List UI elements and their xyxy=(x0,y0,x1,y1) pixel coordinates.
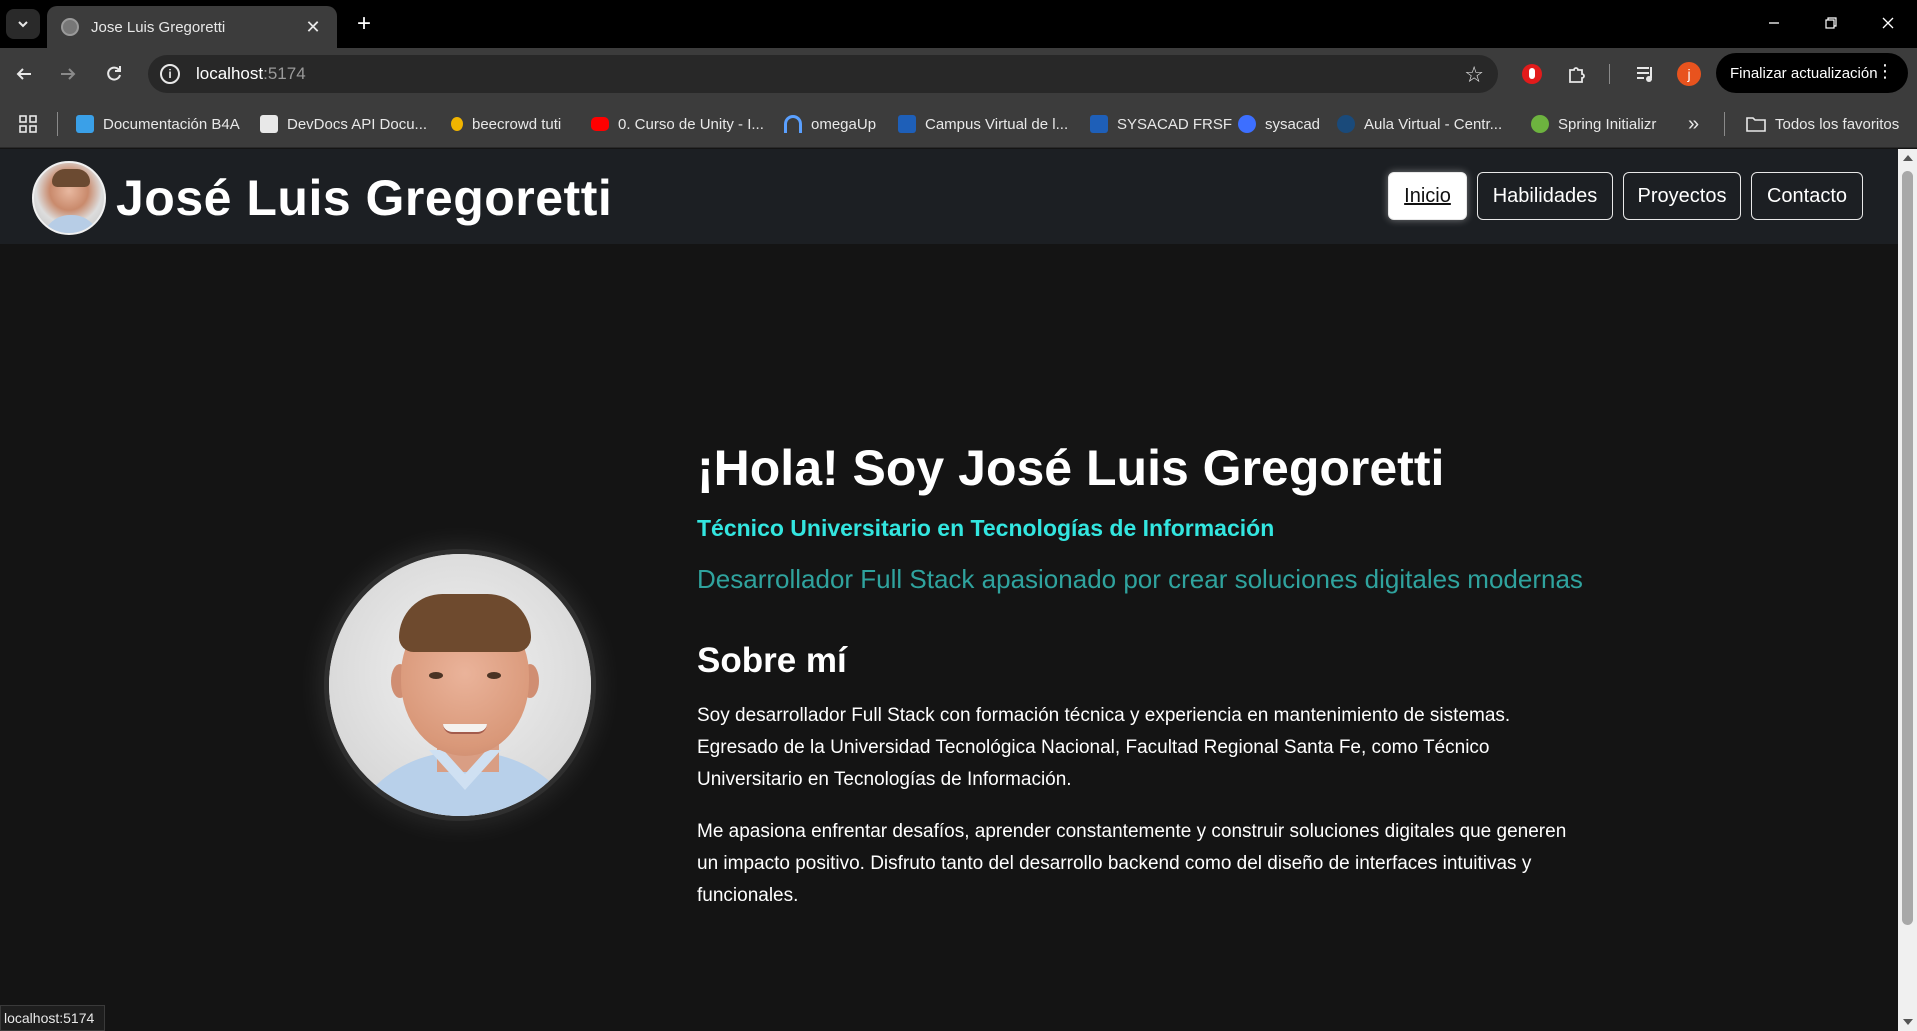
forward-button[interactable] xyxy=(54,60,82,88)
b4a-icon xyxy=(76,115,94,133)
nav-contacto[interactable]: Contacto xyxy=(1751,172,1863,220)
arrow-right-icon xyxy=(61,68,76,80)
close-icon xyxy=(1882,17,1894,29)
profile-avatar[interactable]: j xyxy=(1675,60,1703,88)
tab-search-button[interactable] xyxy=(6,9,40,39)
status-bar: localhost:5174 xyxy=(0,1005,106,1031)
update-label: Finalizar actualización xyxy=(1730,64,1878,82)
browser-tab[interactable]: Jose Luis Gregoretti ✕ xyxy=(47,6,337,48)
bookmarks-separator xyxy=(1724,112,1725,136)
main-content: ¡Hola! Soy José Luis Gregoretti Técnico … xyxy=(0,244,1898,1031)
scroll-down-icon[interactable] xyxy=(1903,1019,1913,1025)
scroll-up-icon[interactable] xyxy=(1903,155,1913,161)
hero-greeting: ¡Hola! Soy José Luis Gregoretti xyxy=(697,440,1445,496)
extension-stop-icon[interactable] xyxy=(1518,60,1546,88)
more-vert-icon: ⋮ xyxy=(1876,61,1894,81)
spring-icon xyxy=(1531,115,1549,133)
header-avatar xyxy=(32,161,106,235)
profile-initial: j xyxy=(1677,62,1701,86)
bookmark-item[interactable]: DevDocs API Docu... xyxy=(260,112,427,136)
nav-habilidades[interactable]: Habilidades xyxy=(1477,172,1613,220)
update-button[interactable]: Finalizar actualización ⋮ xyxy=(1716,53,1908,93)
bookmark-item[interactable]: Aula Virtual - Centr... xyxy=(1337,112,1502,136)
sysacad-frsf-icon xyxy=(1090,115,1108,133)
folder-icon xyxy=(1746,117,1766,132)
site-header: José Luis Gregoretti Inicio Habilidades … xyxy=(0,149,1898,244)
extensions-puzzle-icon[interactable] xyxy=(1563,60,1591,88)
bookmarks-separator xyxy=(57,112,58,136)
minimize-button[interactable] xyxy=(1754,8,1794,38)
all-bookmarks-folder[interactable]: Todos los favoritos xyxy=(1745,112,1899,136)
chevron-down-icon xyxy=(18,21,28,28)
bookmark-item[interactable]: Campus Virtual de l... xyxy=(898,112,1068,136)
apps-grid-icon[interactable] xyxy=(18,112,38,136)
bookmark-item[interactable]: omegaUp xyxy=(784,112,876,136)
bookmark-star-icon[interactable]: ☆ xyxy=(1464,62,1484,88)
aula-virtual-icon xyxy=(1337,115,1355,133)
bookmarks-overflow-button[interactable]: » xyxy=(1688,112,1699,136)
reload-icon xyxy=(107,66,121,81)
beecrowd-icon xyxy=(451,117,463,131)
restore-icon xyxy=(1825,17,1837,29)
about-paragraph-2: Me apasiona enfrentar desafíos, aprender… xyxy=(697,821,1567,906)
media-control-icon[interactable] xyxy=(1632,60,1660,88)
about-paragraph-1: Soy desarrollador Full Stack con formaci… xyxy=(697,705,1511,790)
nav-inicio[interactable]: Inicio xyxy=(1388,172,1467,220)
address-bar[interactable]: i localhost:5174 ☆ xyxy=(148,55,1498,93)
devdocs-icon xyxy=(260,115,278,133)
close-tab-icon[interactable]: ✕ xyxy=(303,17,323,38)
omegaup-icon xyxy=(784,115,802,133)
bookmark-item[interactable]: Documentación B4A xyxy=(76,112,240,136)
browser-toolbar: i localhost:5174 ☆ j Finalizar actualiza… xyxy=(0,48,1917,100)
nav-proyectos[interactable]: Proyectos xyxy=(1623,172,1741,220)
bookmark-item[interactable]: sysacad xyxy=(1238,112,1320,136)
globe-icon xyxy=(61,18,79,36)
campus-virtual-icon xyxy=(898,115,916,133)
tab-strip: Jose Luis Gregoretti ✕ + xyxy=(0,0,1917,48)
toolbar-separator xyxy=(1609,64,1610,84)
sysacad-icon xyxy=(1238,115,1256,133)
page-scrollbar[interactable] xyxy=(1898,149,1917,1031)
hero-role: Técnico Universitario en Tecnologías de … xyxy=(697,515,1275,541)
minimize-icon xyxy=(1769,22,1779,24)
close-window-button[interactable] xyxy=(1868,8,1908,38)
back-button[interactable] xyxy=(10,60,38,88)
bookmark-item[interactable]: SYSACAD FRSF xyxy=(1090,112,1232,136)
arrow-left-icon xyxy=(16,68,31,80)
reload-button[interactable] xyxy=(100,60,128,88)
new-tab-button[interactable]: + xyxy=(350,10,378,38)
profile-photo xyxy=(324,549,596,821)
url-port: :5174 xyxy=(263,64,306,83)
site-title: José Luis Gregoretti xyxy=(116,170,613,226)
bookmark-item[interactable]: beecrowd tuti xyxy=(451,112,561,136)
hero-tagline: Desarrollador Full Stack apasionado por … xyxy=(697,564,1583,594)
tab-title: Jose Luis Gregoretti xyxy=(91,18,226,36)
bookmark-item[interactable]: Spring Initializr xyxy=(1531,112,1656,136)
scrollbar-thumb[interactable] xyxy=(1902,171,1913,925)
bookmark-item[interactable]: 0. Curso de Unity - I... xyxy=(591,112,764,136)
url-host: localhost xyxy=(196,64,264,83)
bookmarks-bar: Documentación B4A DevDocs API Docu... be… xyxy=(0,100,1917,148)
restore-button[interactable] xyxy=(1811,8,1851,38)
about-title: Sobre mí xyxy=(697,641,847,680)
site-info-icon[interactable]: i xyxy=(160,64,180,84)
youtube-icon xyxy=(591,117,609,131)
